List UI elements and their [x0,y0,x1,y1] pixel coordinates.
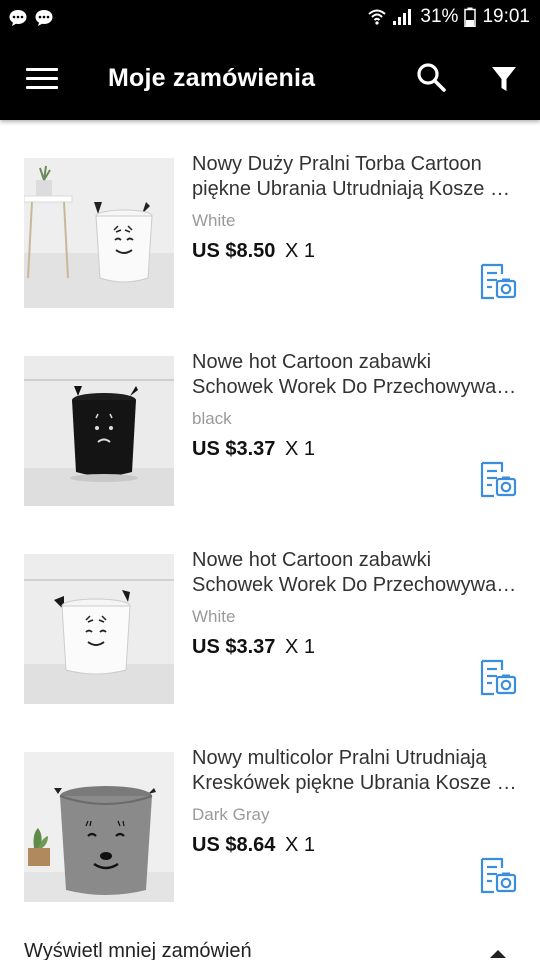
show-fewer-orders-button[interactable]: Wyświetl mniej zamówień [0,930,540,960]
product-variant: White [192,607,236,626]
order-details-icon[interactable] [478,856,518,896]
product-title-line: Schowek Worek Do Przechowywania [192,376,518,398]
product-title-line: Nowy multicolor Pralni Utrudniają [192,747,487,769]
wifi-icon [368,9,387,25]
product-price: US $3.37 [192,438,276,460]
order-item[interactable]: Nowe hot Cartoon zabawki Schowek Worek D… [0,318,540,516]
chat-bubble-icon [35,10,53,26]
battery-percent: 31% [420,6,459,27]
order-item[interactable]: Nowy Duży Pralni Torba Cartoon piękne Ub… [0,120,540,318]
status-bar: 31% 19:01 [0,0,540,36]
order-list: Nowy Duży Pralni Torba Cartoon piękne Ub… [0,120,540,912]
app-bar: Moje zamówienia [0,36,540,120]
product-title-line: Nowe hot Cartoon zabawki [192,351,432,373]
product-quantity: X 1 [284,438,315,460]
product-quantity: X 1 [284,240,315,262]
page-title: Moje zamówienia [108,64,316,92]
menu-icon [26,68,58,71]
price-row: US $3.37 X 1 [192,438,315,461]
product-title-line: piękne Ubrania Utrudniają Kosze Pranie [192,178,518,200]
product-variant: Dark Gray [192,805,270,824]
notification-icons [8,8,54,28]
product-image[interactable] [24,554,174,704]
product-title[interactable]: Nowy Duży Pralni Torba Cartoon piękne Ub… [192,152,518,202]
menu-button[interactable] [24,62,60,94]
product-title[interactable]: Nowe hot Cartoon zabawki Schowek Worek D… [192,548,518,598]
product-quantity: X 1 [284,834,315,856]
signal-icon [393,9,412,25]
product-title-line: Nowe hot Cartoon zabawki [192,549,432,571]
product-variant: black [192,409,232,428]
order-details-icon[interactable] [478,460,518,500]
product-image[interactable] [24,356,174,506]
product-price: US $8.50 [192,240,276,262]
show-fewer-orders-label: Wyświetl mniej zamówień [24,940,252,960]
filter-icon[interactable] [486,62,522,98]
price-row: US $3.37 X 1 [192,636,315,659]
order-details-icon[interactable] [478,262,518,302]
order-item[interactable]: Nowy multicolor Pralni Utrudniają Kreskó… [0,714,540,912]
product-title-line: Kreskówek piękne Ubrania Kosze Pranie [192,772,518,794]
chevron-up-icon [490,950,506,958]
product-quantity: X 1 [284,636,315,658]
search-icon[interactable] [414,60,450,96]
product-image[interactable] [24,752,174,902]
product-price: US $3.37 [192,636,276,658]
product-title-line: Nowy Duży Pralni Torba Cartoon [192,153,482,175]
product-title-line: Schowek Worek Do Przechowywania [192,574,518,596]
product-image[interactable] [24,158,174,308]
clock: 19:01 [482,6,530,27]
price-row: US $8.50 X 1 [192,240,315,263]
product-title[interactable]: Nowy multicolor Pralni Utrudniają Kreskó… [192,746,518,796]
order-details-icon[interactable] [478,658,518,698]
battery-icon [464,7,477,27]
order-item[interactable]: Nowe hot Cartoon zabawki Schowek Worek D… [0,516,540,714]
chat-bubble-icon [9,10,27,26]
product-variant: White [192,211,236,230]
price-row: US $8.64 X 1 [192,834,315,857]
product-price: US $8.64 [192,834,276,856]
system-status: 31% 19:01 [368,6,530,28]
product-title[interactable]: Nowe hot Cartoon zabawki Schowek Worek D… [192,350,518,400]
